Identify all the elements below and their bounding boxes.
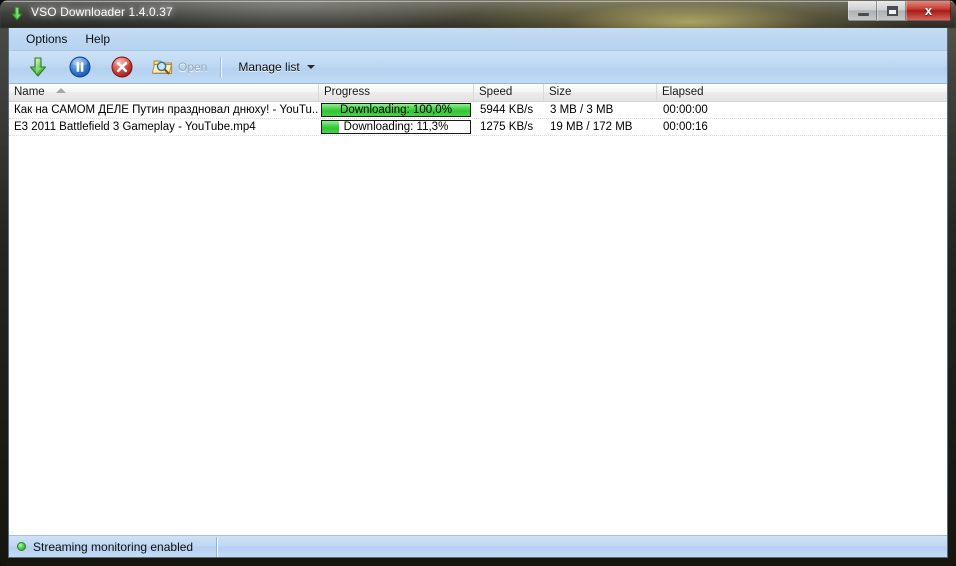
title-highlight [1,1,955,2]
menu-bar: Options Help [9,28,947,51]
manage-list-label: Manage list [238,60,300,74]
cancel-download-button[interactable] [106,53,138,81]
open-file-button[interactable]: Open [148,53,211,81]
application-window: VSO Downloader 1.4.0.37 x Options Help O… [0,0,956,566]
column-header-elapsed[interactable]: Elapsed [657,84,947,101]
green-down-arrow-icon [26,55,50,79]
window-controls: x [848,1,951,22]
status-panel-monitoring: Streaming monitoring enabled [9,536,217,557]
status-bar: Streaming monitoring enabled [9,535,947,557]
column-header-elapsed-label: Elapsed [662,86,704,98]
column-header-progress[interactable]: Progress [319,84,474,101]
folder-search-icon [152,56,174,78]
row-size-cell: 19 MB / 172 MB [550,121,633,133]
blue-pause-icon [68,55,92,79]
maximize-button[interactable] [877,1,906,21]
pause-download-button[interactable] [64,53,96,81]
title-bar[interactable]: VSO Downloader 1.4.0.37 x [0,0,956,28]
row-name-cell: E3 2011 Battlefield 3 Gameplay - YouTube… [14,121,256,133]
menu-help[interactable]: Help [76,29,119,50]
close-button[interactable]: x [906,1,951,21]
toolbar: Open Manage list [9,51,947,84]
chevron-down-icon [306,65,315,69]
toolbar-separator [220,56,222,78]
column-header-size-label: Size [549,86,572,98]
row-speed-cell: 1275 KB/s [480,121,534,133]
table-row[interactable]: Как на САМОМ ДЕЛЕ Путин праздновал днюху… [9,102,947,119]
column-header-name[interactable]: Name [9,84,319,101]
row-speed-cell: 5944 KB/s [480,104,534,116]
sort-ascending-icon [55,88,66,93]
green-status-dot [17,542,26,551]
column-header-size[interactable]: Size [544,84,657,101]
start-download-button[interactable] [22,53,54,81]
progress-label: Downloading: 11,3% [343,121,449,133]
progress-label: Downloading: 100,0% [340,104,452,116]
red-cancel-icon [110,55,134,79]
column-header-name-label: Name [14,86,45,98]
row-elapsed-cell: 00:00:00 [663,104,708,116]
client-area: Options Help Open Manage list Name Progr… [8,28,948,558]
status-text: Streaming monitoring enabled [33,539,194,554]
menu-options[interactable]: Options [17,29,76,50]
list-header: Name Progress Speed Size Elapsed [9,84,947,102]
column-header-speed-label: Speed [479,86,513,98]
manage-list-button[interactable]: Manage list [230,53,318,81]
column-header-speed[interactable]: Speed [474,84,544,101]
minimize-button[interactable] [848,1,877,21]
table-row[interactable]: E3 2011 Battlefield 3 Gameplay - YouTube… [9,119,947,136]
download-arrow-icon [9,6,25,22]
status-panel-empty [217,537,225,557]
row-progress-bar: Downloading: 100,0% [321,103,471,117]
row-progress-bar: Downloading: 11,3% [321,120,471,134]
list-rows: Как на САМОМ ДЕЛЕ Путин праздновал днюху… [9,102,947,136]
row-name-cell: Как на САМОМ ДЕЛЕ Путин праздновал днюху… [14,104,319,116]
open-file-label: Open [178,60,208,74]
row-elapsed-cell: 00:00:16 [663,121,708,133]
close-icon: x [924,3,933,18]
downloads-list: Name Progress Speed Size Elapsed Как на … [9,84,947,535]
window-title: VSO Downloader 1.4.0.37 [31,5,173,19]
row-size-cell: 3 MB / 3 MB [550,104,614,116]
column-header-progress-label: Progress [324,86,371,98]
